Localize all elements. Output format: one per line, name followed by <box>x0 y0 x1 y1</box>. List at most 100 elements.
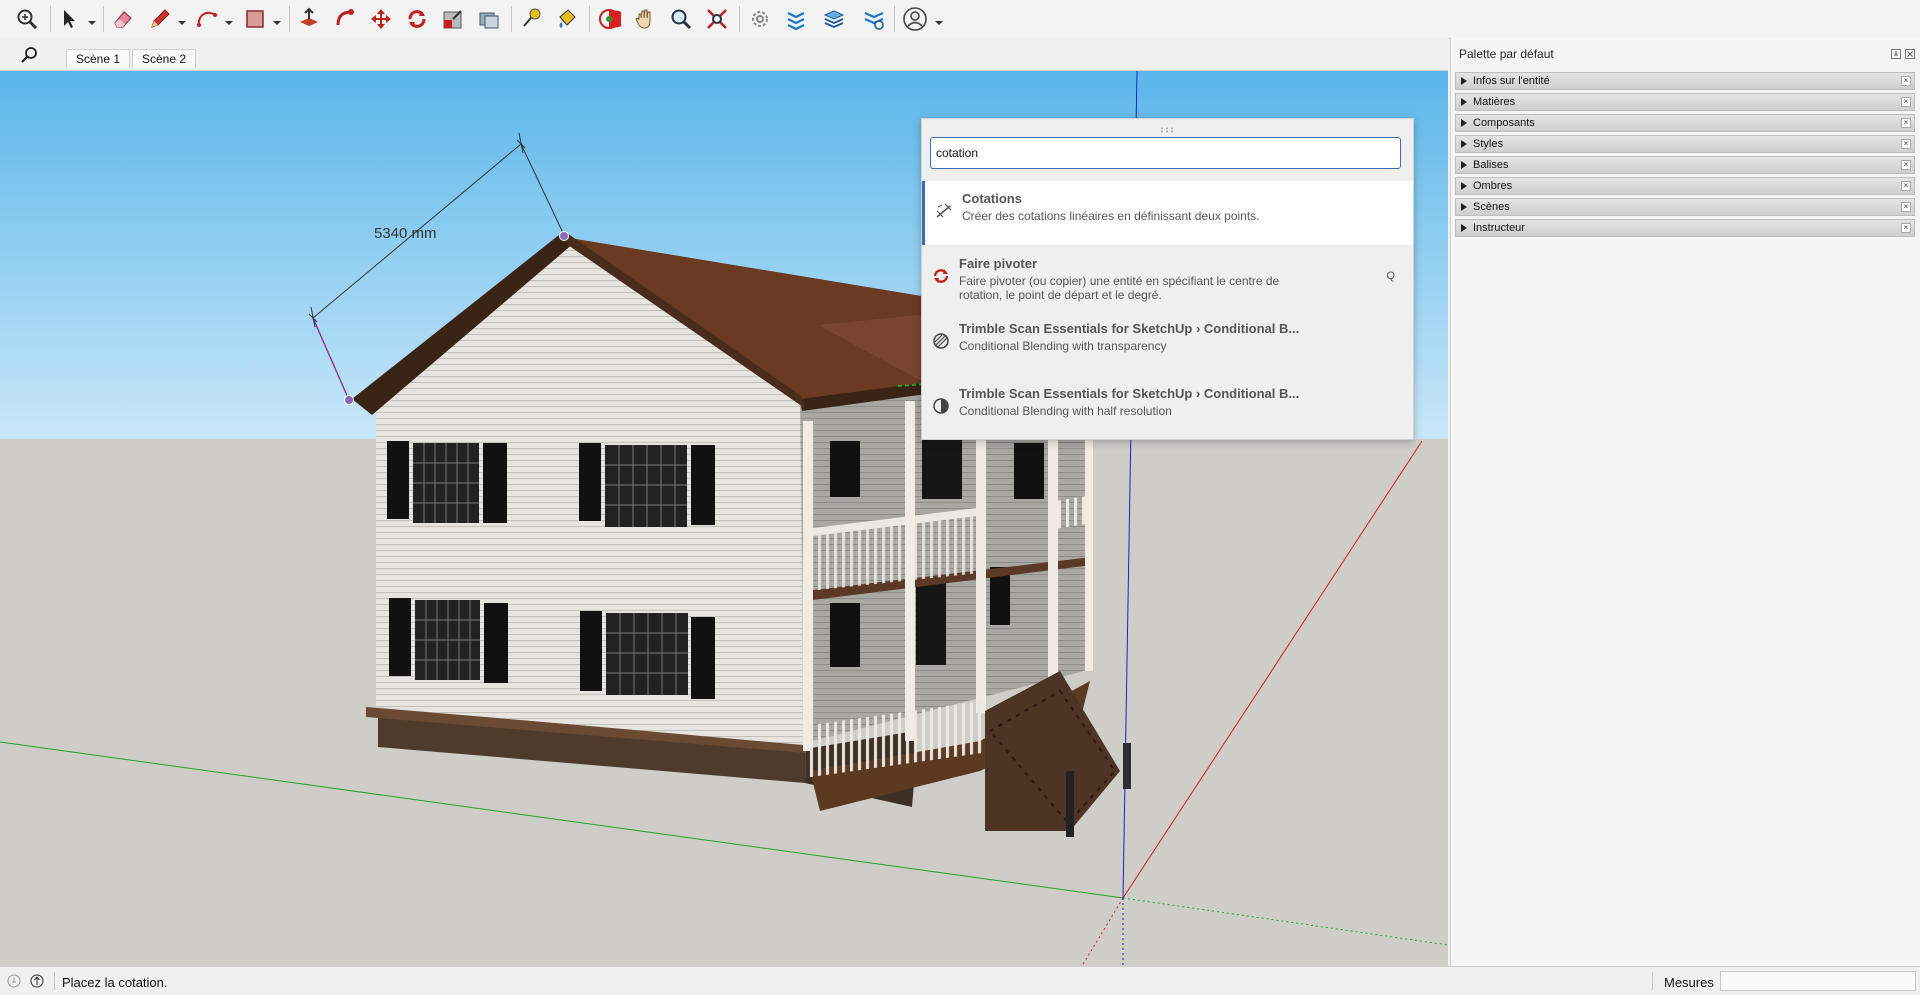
expand-icon <box>1461 224 1467 232</box>
dimension-label: 5340 mm <box>374 225 437 242</box>
tray-panel-shadows[interactable]: Ombres × <box>1455 177 1915 195</box>
command-search-popup: Cotations Créer des cotations linéaires … <box>921 118 1414 440</box>
measurements-input[interactable] <box>1720 971 1916 991</box>
command-result[interactable]: Cotations Créer des cotations linéaires … <box>922 181 1413 245</box>
close-icon[interactable]: × <box>1901 76 1911 86</box>
dimension-icon <box>935 202 953 220</box>
zoom-icon[interactable] <box>667 5 695 33</box>
command-result-description: Faire pivoter (ou copier) une entité en … <box>959 274 1280 302</box>
command-result[interactable]: Trimble Scan Essentials for SketchUp › C… <box>922 311 1413 375</box>
command-result-title: Trimble Scan Essentials for SketchUp › C… <box>959 321 1300 336</box>
user-account-icon[interactable] <box>901 5 929 33</box>
chevron-down-icon[interactable] <box>935 16 943 25</box>
tray-panel-tags[interactable]: Balises × <box>1455 156 1915 174</box>
toolbar-separator <box>739 6 740 32</box>
tray-panel-entity-info[interactable]: Infos sur l'entité × <box>1455 72 1915 90</box>
drag-handle-icon[interactable] <box>1160 122 1174 133</box>
window-lower-left <box>389 598 508 683</box>
arc-icon[interactable] <box>193 5 221 33</box>
zoom-extents-icon[interactable] <box>13 5 41 33</box>
rotate-icon <box>932 267 950 285</box>
paint-bucket-icon[interactable] <box>553 5 581 33</box>
status-separator <box>54 972 55 990</box>
expand-icon <box>1461 161 1467 169</box>
window-lower-right <box>580 611 715 699</box>
credits-icon[interactable] <box>30 974 44 988</box>
measurements-label: Mesures <box>1664 975 1714 990</box>
move-icon[interactable] <box>367 5 395 33</box>
default-tray: Palette par défaut Infos sur l'entité × M… <box>1450 38 1920 966</box>
transparency-icon <box>932 332 950 350</box>
search-icon[interactable] <box>20 45 40 65</box>
command-result[interactable]: Trimble Scan Essentials for SketchUp › C… <box>922 376 1413 440</box>
tab-scene-2[interactable]: Scène 2 <box>132 49 197 68</box>
half-resolution-icon <box>932 397 950 415</box>
command-result-title: Cotations <box>962 191 1022 206</box>
expand-icon <box>1461 119 1467 127</box>
push-pull-icon[interactable] <box>295 5 323 33</box>
tab-scene-1[interactable]: Scène 1 <box>66 49 131 68</box>
rotate-icon[interactable] <box>403 5 431 33</box>
orbit-icon[interactable] <box>595 5 623 33</box>
tray-panel-materials[interactable]: Matières × <box>1455 93 1915 111</box>
pencil-icon[interactable] <box>146 5 174 33</box>
toolbar-separator <box>511 6 512 32</box>
toolbar-separator <box>589 6 590 32</box>
tray-panel-components[interactable]: Composants × <box>1455 114 1915 132</box>
toolbar-separator <box>50 6 51 32</box>
stack-icon[interactable] <box>820 5 848 33</box>
tray-panel-styles[interactable]: Styles × <box>1455 135 1915 153</box>
tray-panel-scenes[interactable]: Scènes × <box>1455 198 1915 216</box>
close-icon[interactable]: × <box>1901 160 1911 170</box>
trimble-scan-icon[interactable] <box>746 5 774 33</box>
close-icon[interactable] <box>1905 48 1915 59</box>
expand-icon <box>1461 140 1467 148</box>
status-bar: Placez la cotation. Mesures <box>0 966 1920 995</box>
command-result-title: Faire pivoter <box>959 256 1038 271</box>
window-upper-right <box>579 443 715 527</box>
window-upper-left <box>387 441 507 523</box>
close-icon[interactable]: × <box>1901 223 1911 233</box>
status-separator <box>1652 972 1653 990</box>
tape-measure-icon[interactable] <box>517 5 545 33</box>
eraser-icon[interactable] <box>109 5 137 33</box>
toolbar-separator <box>894 6 895 32</box>
close-icon[interactable]: × <box>1901 202 1911 212</box>
toolbar-separator <box>103 6 104 32</box>
command-result-description: Conditional Blending with half resolutio… <box>959 404 1172 418</box>
chevron-down-icon[interactable] <box>273 16 281 25</box>
scale-icon[interactable] <box>439 5 467 33</box>
tray-panel-instructor[interactable]: Instructeur × <box>1455 219 1915 237</box>
pan-icon[interactable] <box>631 5 659 33</box>
close-icon[interactable]: × <box>1901 118 1911 128</box>
chevron-down-icon[interactable] <box>178 16 186 25</box>
status-message: Placez la cotation. <box>62 975 168 990</box>
command-result-description: Conditional Blending with transparency <box>959 339 1167 353</box>
chevron-down-icon[interactable] <box>88 16 96 25</box>
offset-icon[interactable] <box>475 5 503 33</box>
expand-icon <box>1461 98 1467 106</box>
select-icon[interactable] <box>56 5 84 33</box>
expand-icon <box>1461 182 1467 190</box>
command-search-input[interactable] <box>930 137 1401 169</box>
command-result-shortcut: Q <box>1386 270 1395 282</box>
pin-icon[interactable] <box>1891 48 1901 59</box>
layers-icon[interactable] <box>782 5 810 33</box>
chevron-down-icon[interactable] <box>225 16 233 25</box>
rectangle-icon[interactable] <box>241 5 269 33</box>
command-result[interactable]: Faire pivoter Faire pivoter (ou copier) … <box>922 246 1413 310</box>
scene-tab-bar: Scène 1 Scène 2 <box>0 38 1448 71</box>
main-toolbar <box>0 0 1920 39</box>
tray-title: Palette par défaut <box>1459 47 1554 61</box>
zoom-window-icon[interactable] <box>703 5 731 33</box>
command-result-description: Créer des cotations linéaires en définis… <box>962 209 1260 223</box>
expand-icon <box>1461 77 1467 85</box>
follow-me-icon[interactable] <box>331 5 359 33</box>
close-icon[interactable]: × <box>1901 97 1911 107</box>
scan-settings-icon[interactable] <box>860 5 888 33</box>
geo-location-icon[interactable] <box>7 974 21 988</box>
expand-icon <box>1461 203 1467 211</box>
command-result-title: Trimble Scan Essentials for SketchUp › C… <box>959 386 1300 401</box>
close-icon[interactable]: × <box>1901 181 1911 191</box>
close-icon[interactable]: × <box>1901 139 1911 149</box>
